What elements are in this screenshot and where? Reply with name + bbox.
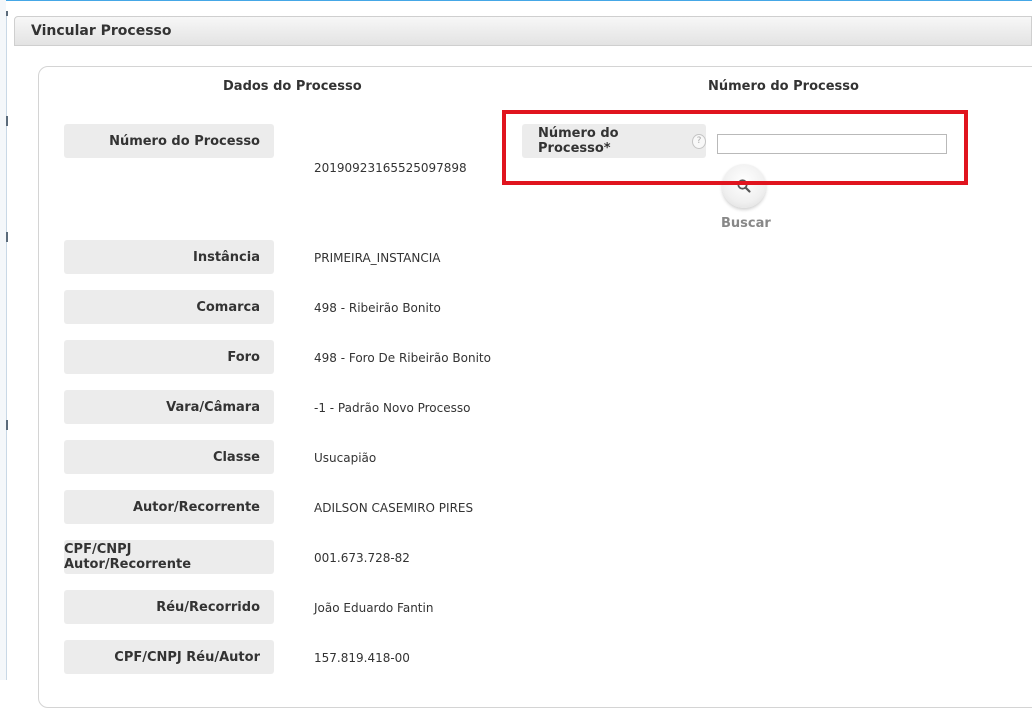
search-button-caption[interactable]: Buscar [721,216,771,231]
field-value-district: 498 - Ribeirão Bonito [314,301,441,315]
field-value-plaintiff: ADILSON CASEMIRO PIRES [314,501,474,515]
field-label-court: Foro [64,340,274,374]
field-label-class: Classe [64,440,274,474]
field-label-plaintiff-cpf: CPF/CNPJ Autor/Recorrente [64,540,274,574]
dialog-title-bar: Vincular Processo [14,16,1032,46]
search-button[interactable] [722,164,766,208]
process-number-input[interactable] [717,134,947,154]
field-label-process-number: Número do Processo [64,124,274,158]
field-label-district: Comarca [64,290,274,324]
search-field-label: Número do Processo* ? [522,124,706,158]
field-value-instance: PRIMEIRA_INSTANCIA [314,251,441,265]
field-label-defendant-cpf: CPF/CNPJ Réu/Autor [64,640,274,674]
field-value-class: Usucapião [314,451,377,465]
frame-marker [6,420,8,430]
section-heading-process-number: Número do Processo [708,79,859,94]
dialog-title: Vincular Processo [31,23,172,39]
field-label-chamber: Vara/Câmara [64,390,274,424]
window-left-frame [0,0,8,680]
magnifier-icon [737,179,751,193]
field-label-instance: Instância [64,240,274,274]
field-label-plaintiff: Autor/Recorrente [64,490,274,524]
field-value-process-number: 20190923165525097898 [314,161,467,175]
field-value-defendant: João Eduardo Fantin [314,601,434,615]
window-top-border [6,0,1032,11]
field-value-chamber: -1 - Padrão Novo Processo [314,401,471,415]
field-label-defendant: Réu/Recorrido [64,590,274,624]
section-heading-process-data: Dados do Processo [223,79,362,94]
field-value-court: 498 - Foro De Ribeirão Bonito [314,351,491,365]
frame-marker [6,232,8,242]
field-value-defendant-cpf: 157.819.418-00 [314,651,410,665]
frame-marker [6,116,8,126]
question-circle-icon[interactable]: ? [692,133,706,149]
field-value-plaintiff-cpf: 001.673.728-82 [314,551,410,565]
search-label-text: Número do Processo* [538,126,619,156]
